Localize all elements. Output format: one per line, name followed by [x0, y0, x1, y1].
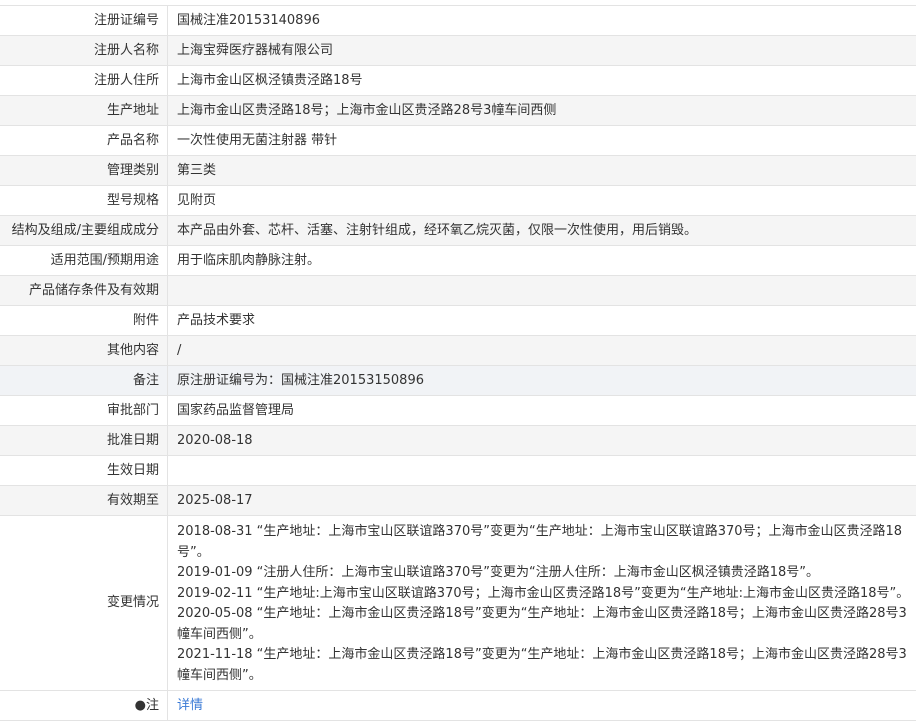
registration-detail-page: 注册证编号 国械注准20153140896 注册人名称 上海宝舜医疗器械有限公司… — [0, 0, 916, 721]
row-intended-use: 适用范围/预期用途 用于临床肌肉静脉注射。 — [0, 245, 916, 276]
row-value: 本产品由外套、芯杆、活塞、注射针组成，经环氧乙烷灭菌，仅限一次性使用，用后销毁。 — [167, 215, 916, 246]
row-value: 一次性使用无菌注射器 带针 — [167, 125, 916, 156]
row-label: 型号规格 — [0, 185, 168, 216]
row-effective-date: 生效日期 — [0, 455, 916, 486]
row-value: 上海宝舜医疗器械有限公司 — [167, 35, 916, 66]
row-value: 国家药品监督管理局 — [167, 395, 916, 426]
row-value: 国械注准20153140896 — [167, 5, 916, 36]
registration-detail-table: 注册证编号 国械注准20153140896 注册人名称 上海宝舜医疗器械有限公司… — [0, 5, 916, 721]
row-remarks: 备注 原注册证编号为：国械注准20153150896 — [0, 365, 916, 396]
row-value: 上海市金山区贵泾路18号；上海市金山区贵泾路28号3幢车间西侧 — [167, 95, 916, 126]
row-value: 第三类 — [167, 155, 916, 186]
row-approval-date: 批准日期 2020-08-18 — [0, 425, 916, 456]
row-structure-composition: 结构及组成/主要组成成分 本产品由外套、芯杆、活塞、注射针组成，经环氧乙烷灭菌，… — [0, 215, 916, 246]
row-management-category: 管理类别 第三类 — [0, 155, 916, 186]
row-value: / — [167, 335, 916, 366]
row-value: 产品技术要求 — [167, 305, 916, 336]
row-label: 变更情况 — [0, 515, 168, 691]
row-other-content: 其他内容 / — [0, 335, 916, 366]
row-label: 产品名称 — [0, 125, 168, 156]
row-value: 2020-08-18 — [167, 425, 916, 456]
change-entry: 2018-08-31 “生产地址：上海市宝山区联谊路370号”变更为“生产地址：… — [177, 524, 903, 560]
row-label: 管理类别 — [0, 155, 168, 186]
row-label: 产品储存条件及有效期 — [0, 275, 168, 306]
row-attachment: 附件 产品技术要求 — [0, 305, 916, 336]
row-product-name: 产品名称 一次性使用无菌注射器 带针 — [0, 125, 916, 156]
row-approval-department: 审批部门 国家药品监督管理局 — [0, 395, 916, 426]
row-label: 批准日期 — [0, 425, 168, 456]
row-storage-validity: 产品储存条件及有效期 — [0, 275, 916, 306]
row-registration-number: 注册证编号 国械注准20153140896 — [0, 5, 916, 36]
change-entry: 2019-02-11 “生产地址:上海市宝山区联谊路370号；上海市金山区贵泾路… — [177, 585, 910, 601]
row-label: 有效期至 — [0, 485, 168, 516]
row-value: 原注册证编号为：国械注准20153150896 — [167, 365, 916, 396]
row-registrant-name: 注册人名称 上海宝舜医疗器械有限公司 — [0, 35, 916, 66]
change-history-list: 2018-08-31 “生产地址：上海市宝山区联谊路370号”变更为“生产地址：… — [167, 515, 916, 691]
row-label: 生产地址 — [0, 95, 168, 126]
row-registrant-address: 注册人住所 上海市金山区枫泾镇贵泾路18号 — [0, 65, 916, 96]
row-label: 注册人名称 — [0, 35, 168, 66]
row-change-history: 变更情况 2018-08-31 “生产地址：上海市宝山区联谊路370号”变更为“… — [0, 515, 916, 691]
row-value: 用于临床肌肉静脉注射。 — [167, 245, 916, 276]
row-label: 其他内容 — [0, 335, 168, 366]
row-note: ●注 详情 — [0, 690, 916, 721]
change-entry: 2021-11-18 “生产地址：上海市金山区贵泾路18号”变更为“生产地址：上… — [177, 647, 907, 683]
row-label: ●注 — [0, 690, 168, 721]
row-value: 详情 — [167, 690, 916, 721]
row-value: 2025-08-17 — [167, 485, 916, 516]
row-production-address: 生产地址 上海市金山区贵泾路18号；上海市金山区贵泾路28号3幢车间西侧 — [0, 95, 916, 126]
row-label: 附件 — [0, 305, 168, 336]
row-value — [167, 455, 916, 486]
change-entry: 2019-01-09 “注册人住所：上海市宝山联谊路370号”变更为“注册人住所… — [177, 565, 819, 580]
row-model-spec: 型号规格 见附页 — [0, 185, 916, 216]
row-valid-until: 有效期至 2025-08-17 — [0, 485, 916, 516]
row-value — [167, 275, 916, 306]
row-label: 审批部门 — [0, 395, 168, 426]
row-label: 生效日期 — [0, 455, 168, 486]
row-label: 备注 — [0, 365, 168, 396]
row-label: 注册人住所 — [0, 65, 168, 96]
row-label: 注册证编号 — [0, 5, 168, 36]
row-value: 上海市金山区枫泾镇贵泾路18号 — [167, 65, 916, 96]
details-link[interactable]: 详情 — [177, 698, 203, 713]
row-label: 适用范围/预期用途 — [0, 245, 168, 276]
row-value: 见附页 — [167, 185, 916, 216]
change-entry: 2020-05-08 “生产地址：上海市金山区贵泾路18号”变更为“生产地址：上… — [177, 606, 907, 642]
row-label: 结构及组成/主要组成成分 — [0, 215, 168, 246]
